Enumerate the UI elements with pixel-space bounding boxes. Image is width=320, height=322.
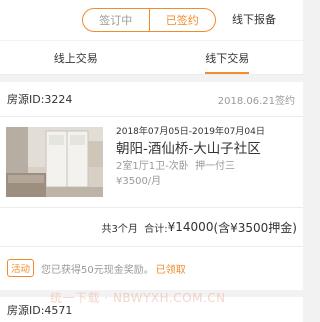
promo-badge: 活动 xyxy=(7,259,35,277)
segment-signed[interactable]: 已签约 xyxy=(148,9,216,31)
trade-tabs: 线上交易 线下交易 xyxy=(0,41,303,75)
room-id-2: 房源ID:4571 xyxy=(7,303,73,317)
contract-card-body[interactable]: 2018年07月05日-2019年07月04日 朝阳-酒仙桥-大山子社区 2室1… xyxy=(0,117,303,208)
contract-card-header: 房源ID:3224 2018.06.21签约 xyxy=(0,82,303,117)
contract-card[interactable]: 房源ID:3224 2018.06.21签约 2018年07月05日-2019年… xyxy=(0,82,303,290)
top-bar: 签订中 已签约 线下报备 xyxy=(0,0,303,40)
status-segmented-control: 签订中 已签约 xyxy=(82,8,216,32)
promo-claimed-link[interactable]: 已领取 xyxy=(156,261,186,276)
signed-date: 2018.06.21签约 xyxy=(217,95,295,107)
tab-offline-trade[interactable]: 线下交易 xyxy=(152,41,304,74)
room-id: 房源ID:3224 xyxy=(7,93,73,106)
summary-prefix: 共3个月 合计: xyxy=(101,223,168,235)
contract-card-2[interactable]: 房源ID:4571 xyxy=(0,297,303,322)
listing-title: 朝阳-酒仙桥-大山子社区 xyxy=(116,141,261,157)
summary-total: ¥14000 xyxy=(167,220,214,234)
offline-report-button[interactable]: 线下报备 xyxy=(232,8,276,32)
room-layout: 2室1厅1卫-次卧 xyxy=(116,161,189,172)
segment-signing[interactable]: 签订中 xyxy=(83,9,149,31)
contract-info: 2018年07月05日-2019年07月04日 朝阳-酒仙桥-大山子社区 2室1… xyxy=(116,126,297,189)
promo-text: 您已获得50元现金奖励。 xyxy=(41,264,154,276)
summary-deposit: (含¥3500押金) xyxy=(213,220,297,235)
promo-row: 活动 您已获得50元现金奖励。 已领取 xyxy=(0,247,303,289)
contract-summary: 共3个月 合计: ¥14000 (含¥3500押金) xyxy=(0,208,303,247)
listing-meta: 2室1厅1卫-次卧 押一付三 xyxy=(116,159,297,175)
lease-period: 2018年07月05日-2019年07月04日 xyxy=(116,127,265,137)
room-photo xyxy=(6,127,103,197)
payment-terms: 押一付三 xyxy=(195,161,236,172)
monthly-price: ¥3500/月 xyxy=(116,176,162,187)
tab-online-trade[interactable]: 线上交易 xyxy=(0,41,152,74)
